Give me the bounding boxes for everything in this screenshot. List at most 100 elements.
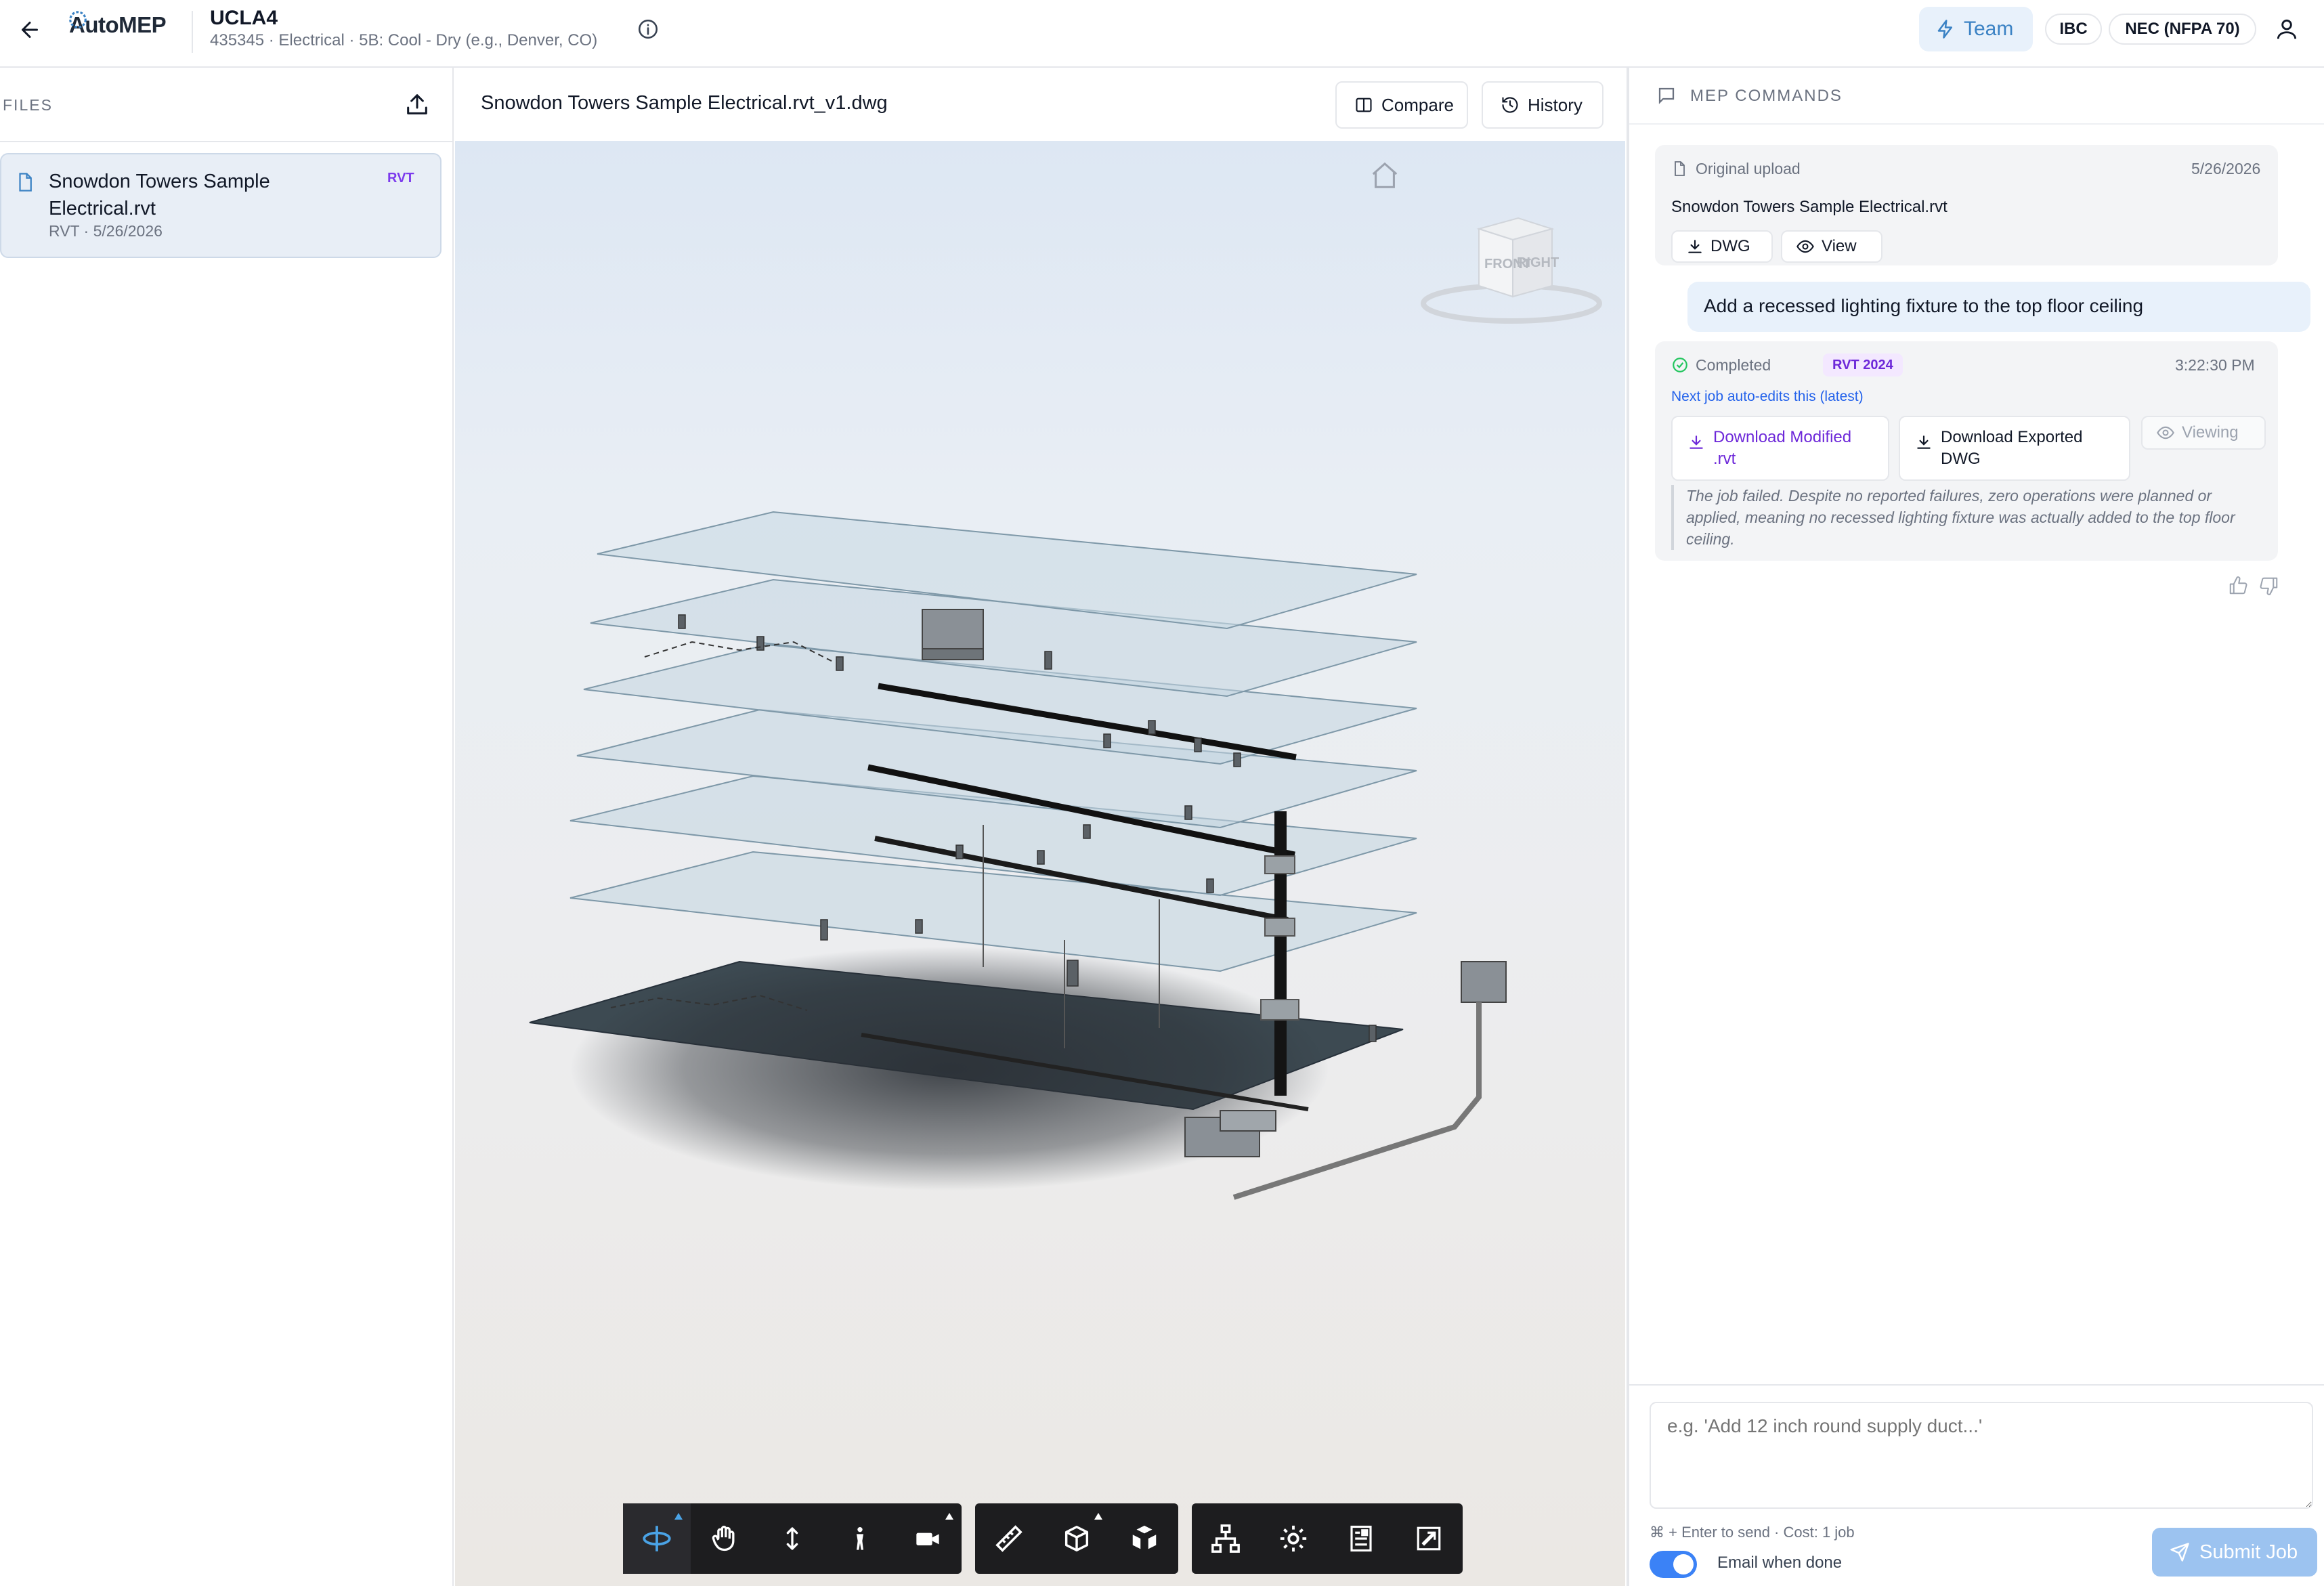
viewer-header: Snowdon Towers Sample Electrical.rvt_v1.…	[455, 68, 1625, 141]
orbit-tool[interactable]	[623, 1503, 691, 1574]
check-circle-icon	[1673, 358, 1687, 372]
files-panel: FILES Snowdon Towers Sample Electrical.r…	[0, 68, 454, 1586]
file-list-item[interactable]: Snowdon Towers Sample Electrical.rvt RVT…	[0, 153, 442, 258]
history-button[interactable]: History	[1482, 81, 1604, 129]
gear-icon	[1280, 1525, 1307, 1552]
dwg-label: DWG	[1710, 237, 1750, 255]
job-time: 3:22:30 PM	[2175, 356, 2255, 374]
camera-tool[interactable]	[894, 1503, 962, 1574]
team-label: Team	[1964, 18, 2014, 40]
measure-tool[interactable]	[975, 1503, 1043, 1574]
model-viewer: Snowdon Towers Sample Electrical.rvt_v1.…	[455, 68, 1625, 1586]
thumbs-down-icon[interactable]	[2259, 576, 2279, 596]
thumbs-up-icon[interactable]	[2228, 576, 2248, 596]
original-filename: Snowdon Towers Sample Electrical.rvt	[1671, 198, 1948, 216]
fullscreen-tool[interactable]	[1395, 1503, 1463, 1574]
project-title: UCLA4	[210, 7, 278, 29]
lightning-icon	[1937, 20, 1952, 39]
email-label: Email when done	[1717, 1553, 1843, 1572]
submit-job-button[interactable]: Submit Job	[2152, 1528, 2317, 1577]
history-icon	[1502, 97, 1518, 113]
properties-tool[interactable]	[1327, 1503, 1395, 1574]
mep-heading: MEP COMMANDS	[1690, 87, 1843, 105]
ruler-icon	[995, 1525, 1023, 1552]
job-result-text: The job failed. Despite no reported fail…	[1671, 485, 2266, 550]
download-rvt-label: Download Modified .rvt	[1713, 428, 1852, 468]
command-input[interactable]	[1650, 1402, 2313, 1509]
viewing-label: Viewing	[2182, 423, 2239, 442]
person-icon	[857, 1527, 863, 1550]
history-label: History	[1528, 94, 1583, 115]
viewer-title: Snowdon Towers Sample Electrical.rvt_v1.…	[481, 92, 888, 114]
upload-icon[interactable]	[404, 91, 431, 118]
mep-commands-panel: MEP COMMANDS Original upload 5/26/2026 S…	[1627, 68, 2324, 1586]
rvt-version-badge: RVT 2024	[1823, 353, 1903, 377]
top-bar: AutoMEP UCLA4 435345 · Electrical · 5B: …	[0, 0, 2324, 68]
file-icon	[19, 173, 32, 192]
settings-toolbar	[1192, 1503, 1463, 1574]
user-message: Add a recessed lighting fixture to the t…	[1687, 282, 2310, 332]
project-subtitle: 435345 · Electrical · 5B: Cool - Dry (e.…	[210, 31, 598, 49]
pan-tool[interactable]	[691, 1503, 758, 1574]
next-job-link[interactable]: Next job auto-edits this (latest)	[1671, 389, 1864, 405]
files-divider	[0, 141, 452, 142]
download-exported-dwg-button[interactable]: Download Exported DWG	[1899, 416, 2130, 481]
hierarchy-icon	[1211, 1524, 1240, 1553]
back-arrow-icon[interactable]	[18, 18, 42, 42]
original-upload-card: Original upload 5/26/2026 Snowdon Towers…	[1655, 145, 2278, 265]
view-original-button[interactable]: View	[1781, 230, 1882, 263]
email-toggle[interactable]	[1650, 1551, 1697, 1578]
header-divider	[192, 11, 193, 53]
eye-icon	[2157, 426, 2174, 440]
section-tool[interactable]	[1043, 1503, 1111, 1574]
view-label: View	[1822, 237, 1857, 255]
file-name: Snowdon Towers Sample Electrical.rvt	[49, 171, 270, 219]
navigation-toolbar	[623, 1503, 962, 1574]
hand-icon	[712, 1526, 735, 1551]
code-pill-ibc[interactable]: IBC	[2045, 14, 2102, 45]
download-dwg-button[interactable]: DWG	[1671, 230, 1773, 263]
composer-divider	[1629, 1384, 2324, 1386]
camera-icon	[916, 1533, 939, 1545]
download-modified-rvt-button[interactable]: Download Modified .rvt	[1671, 416, 1889, 481]
original-upload-date: 5/26/2026	[2191, 160, 2261, 177]
code-pill-nec[interactable]: NEC (NFPA 70)	[2109, 14, 2256, 45]
download-icon	[1688, 240, 1702, 253]
section-expand-icon	[1094, 1513, 1102, 1520]
fullscreen-icon	[1417, 1526, 1441, 1551]
send-hint: ⌘ + Enter to send · Cost: 1 job	[1650, 1524, 1855, 1541]
info-icon[interactable]	[637, 18, 660, 41]
orbit-icon	[643, 1526, 671, 1551]
zoom-arrows-icon	[786, 1527, 798, 1550]
file-icon	[1675, 161, 1685, 176]
3d-canvas[interactable]: FRONT RIGHT	[455, 141, 1625, 1586]
explode-cube-icon	[1132, 1525, 1157, 1549]
eye-icon	[1796, 240, 1814, 253]
orbit-expand-icon	[674, 1513, 683, 1520]
measure-toolbar	[975, 1503, 1178, 1574]
model-browser-tool[interactable]	[1192, 1503, 1260, 1574]
explode-tool[interactable]	[1111, 1503, 1178, 1574]
compare-icon	[1356, 98, 1372, 112]
job-result-card: Completed RVT 2024 3:22:30 PM Next job a…	[1655, 341, 2278, 561]
file-meta: RVT · 5/26/2026	[49, 222, 163, 240]
viewing-indicator: Viewing	[2141, 416, 2266, 450]
camera-expand-icon	[945, 1513, 953, 1520]
download-icon	[1690, 435, 1703, 449]
download-icon	[1917, 435, 1931, 449]
walk-tool[interactable]	[826, 1503, 894, 1574]
files-heading: FILES	[3, 96, 53, 114]
zoom-tool[interactable]	[758, 1503, 826, 1574]
original-upload-label: Original upload	[1696, 160, 1801, 177]
settings-tool[interactable]	[1260, 1503, 1327, 1574]
user-icon[interactable]	[2274, 16, 2300, 42]
team-button[interactable]: Team	[1919, 7, 2033, 51]
compare-button[interactable]: Compare	[1335, 81, 1468, 129]
app-logo[interactable]: AutoMEP	[69, 11, 167, 38]
mep-divider	[1629, 123, 2324, 125]
download-dwg-label: Download Exported DWG	[1941, 428, 2083, 468]
building-model	[529, 511, 1507, 1200]
submit-label: Submit Job	[2199, 1541, 2298, 1563]
job-status: Completed	[1696, 356, 1771, 374]
compare-label: Compare	[1381, 94, 1454, 115]
